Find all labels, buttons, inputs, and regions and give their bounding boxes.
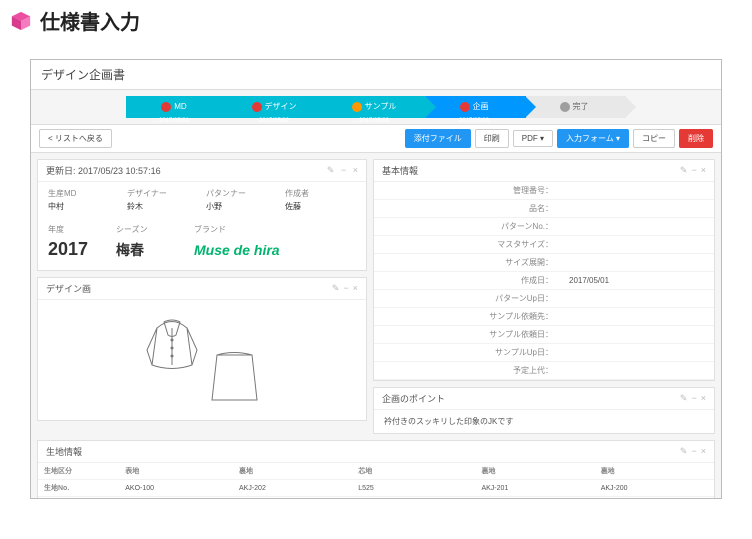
card-minimize-icon[interactable]: − <box>691 393 696 403</box>
card-close-icon[interactable]: × <box>701 393 706 403</box>
card-minimize-icon[interactable]: − <box>691 446 696 456</box>
design-card-title: デザイン画 <box>46 282 91 295</box>
card-edit-icon[interactable]: ✎ <box>680 446 688 456</box>
basic-info-table: 管理番号： 品名： パターンNo.： マスタサイズ： サイズ展開： 作成日：20… <box>374 182 714 380</box>
design-image <box>38 300 366 420</box>
form-button[interactable]: 入力フォーム ▾ <box>557 129 629 148</box>
role-author-label: 作成者 <box>285 188 356 199</box>
card-edit-icon[interactable]: ✎ <box>332 283 340 293</box>
plan-season-label: シーズン <box>116 224 186 235</box>
table-row: 生地No.AKO-100AKJ-202L525AKJ-201AKJ-200 <box>38 480 714 497</box>
card-edit-icon[interactable]: ✎ <box>327 165 335 175</box>
plan-point-text: 衿付きのスッキリした印象のJKです <box>374 410 714 433</box>
card-close-icon[interactable]: × <box>353 165 358 175</box>
plan-point-card: 企画のポイント ✎−× 衿付きのスッキリした印象のJKです <box>373 387 715 434</box>
card-controls: ✎ − × <box>323 165 358 176</box>
summary-card: 更新日: 2017/05/23 10:57:16 ✎ − × 生産MD デザイナ… <box>37 159 367 271</box>
print-button[interactable]: 印刷 <box>475 129 509 148</box>
role-designer-value: 鈴木 <box>127 201 198 212</box>
table-row: 生地名綿麻ベンベルグ210バイリーンベンベルグ200ベンベルグ100 <box>38 497 714 500</box>
role-md-label: 生産MD <box>48 188 119 199</box>
card-minimize-icon[interactable]: − <box>691 165 696 175</box>
plan-year: 2017 <box>48 239 108 260</box>
outer-title: 仕様書入力 <box>0 0 752 41</box>
role-md-value: 中村 <box>48 201 119 212</box>
panel-title: デザイン企画書 <box>31 60 721 90</box>
role-author-value: 佐藤 <box>285 201 356 212</box>
material-card: 生地情報 ✎−× 生地区分 表地 裏地 芯地 裏地 裏地 生地No.AKO-10… <box>37 440 715 499</box>
design-image-card: デザイン画 ✎−× <box>37 277 367 421</box>
role-designer-label: デザイナー <box>127 188 198 199</box>
role-patterner-value: 小野 <box>206 201 277 212</box>
workflow-steps: MD2017/05/01 デザイン2017/05/02 サンプル2017/05/… <box>31 90 721 124</box>
plan-season: 梅春 <box>116 240 186 260</box>
step-done[interactable]: 完了 <box>526 96 626 118</box>
plan-brand-label: ブランド <box>194 224 356 235</box>
app-frame: デザイン企画書 MD2017/05/01 デザイン2017/05/02 サンプル… <box>30 59 722 499</box>
table-row: 生地区分 表地 裏地 芯地 裏地 裏地 <box>38 463 714 480</box>
update-timestamp: 更新日: 2017/05/23 10:57:16 <box>46 164 161 177</box>
attach-button[interactable]: 添付ファイル <box>405 129 471 148</box>
delete-button[interactable]: 削除 <box>679 129 713 148</box>
step-design[interactable]: デザイン2017/05/02 <box>226 96 326 118</box>
card-edit-icon[interactable]: ✎ <box>680 393 688 403</box>
card-edit-icon[interactable]: ✎ <box>680 165 688 175</box>
plan-year-label: 年度 <box>48 224 108 235</box>
card-minimize-icon[interactable]: − <box>341 165 346 175</box>
pdf-button[interactable]: PDF ▾ <box>513 130 553 147</box>
page-title: 仕様書入力 <box>40 6 140 35</box>
cube-icon <box>10 10 32 32</box>
back-button[interactable]: < リストへ戻る <box>39 129 112 148</box>
card-close-icon[interactable]: × <box>701 446 706 456</box>
material-title: 生地情報 <box>46 445 82 458</box>
step-plan[interactable]: 企画2017/05/03 <box>426 96 526 118</box>
toolbar: < リストへ戻る 添付ファイル 印刷 PDF ▾ 入力フォーム ▾ コピー 削除 <box>31 124 721 153</box>
card-close-icon[interactable]: × <box>701 165 706 175</box>
plan-brand: Muse de hira <box>194 242 356 258</box>
basic-info-card: 基本情報 ✎−× 管理番号： 品名： パターンNo.： マスタサイズ： サイズ展… <box>373 159 715 381</box>
copy-button[interactable]: コピー <box>633 129 675 148</box>
card-close-icon[interactable]: × <box>353 283 358 293</box>
basic-info-title: 基本情報 <box>382 164 418 177</box>
step-sample[interactable]: サンプル2017/05/03 <box>326 96 426 118</box>
plan-point-title: 企画のポイント <box>382 392 445 405</box>
card-minimize-icon[interactable]: − <box>343 283 348 293</box>
material-table: 生地区分 表地 裏地 芯地 裏地 裏地 生地No.AKO-100AKJ-202L… <box>38 463 714 499</box>
step-md[interactable]: MD2017/05/01 <box>126 96 226 118</box>
role-patterner-label: パタンナー <box>206 188 277 199</box>
